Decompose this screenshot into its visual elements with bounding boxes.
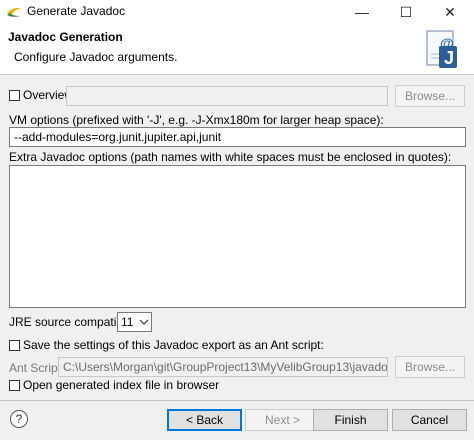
banner-title: Javadoc Generation (8, 30, 123, 44)
overview-browse-button[interactable]: Browse... (395, 85, 465, 107)
title-bar: Generate Javadoc — ☐ ✕ (0, 0, 474, 24)
open-index-label: Open generated index file in browser (23, 378, 220, 392)
svg-text:J: J (444, 48, 454, 68)
javadoc-icon: @ J (426, 30, 457, 68)
finish-button[interactable]: Finish (313, 409, 388, 431)
jre-compat-value: 11 (121, 315, 134, 329)
ant-browse-button[interactable]: Browse... (395, 356, 465, 378)
vm-options-label: VM options (prefixed with '-J', e.g. -J-… (9, 113, 384, 127)
open-index-checkbox[interactable] (9, 380, 20, 391)
wizard-banner: Javadoc Generation Configure Javadoc arg… (0, 24, 474, 75)
window-title: Generate Javadoc (27, 4, 126, 18)
save-ant-label: Save the settings of this Javadoc export… (23, 338, 324, 352)
back-button[interactable]: < Back (167, 409, 242, 431)
generate-javadoc-dialog: Generate Javadoc — ☐ ✕ Javadoc Generatio… (0, 0, 474, 440)
extra-options-label: Extra Javadoc options (path names with w… (9, 150, 452, 164)
vm-options-field[interactable]: --add-modules=org.junit.jupiter.api,juni… (9, 127, 466, 147)
cancel-button[interactable]: Cancel (392, 409, 467, 431)
next-button[interactable]: Next > (245, 409, 320, 431)
save-ant-checkbox[interactable] (9, 340, 20, 351)
close-button[interactable]: ✕ (428, 0, 472, 24)
extra-options-textarea[interactable] (9, 165, 466, 308)
help-icon[interactable]: ? (10, 410, 28, 428)
eclipse-icon (7, 7, 21, 17)
ant-script-label: Ant Script: (9, 361, 65, 375)
banner-subtitle: Configure Javadoc arguments. (14, 50, 178, 64)
ant-script-field[interactable]: C:\Users\Morgan\git\GroupProject13\MyVel… (58, 357, 388, 377)
maximize-button[interactable]: ☐ (384, 0, 428, 24)
footer-separator (0, 400, 474, 401)
chevron-down-icon (139, 319, 149, 325)
minimize-button[interactable]: — (340, 0, 384, 24)
overview-field[interactable] (66, 86, 388, 106)
jre-compat-select[interactable]: 11 (117, 312, 152, 332)
overview-checkbox[interactable] (9, 90, 20, 101)
